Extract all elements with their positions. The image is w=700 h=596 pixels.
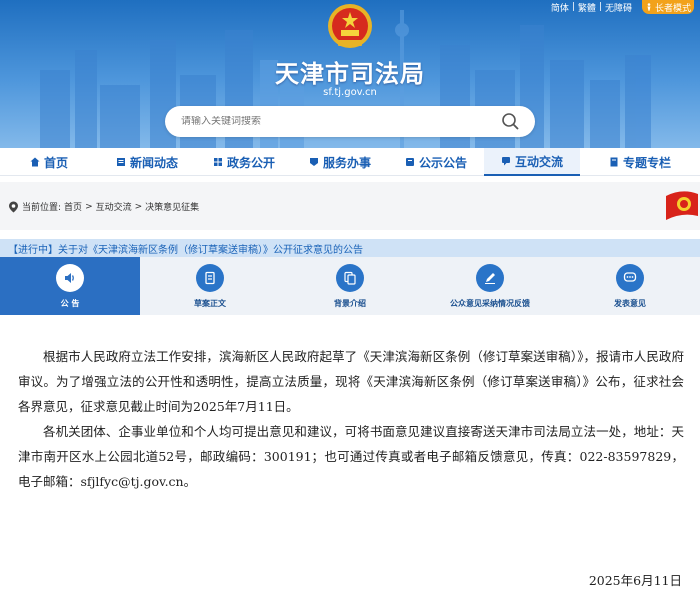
separator: | <box>598 2 602 12</box>
location-pin-icon <box>9 201 18 212</box>
breadcrumb-prefix: 当前位置: <box>22 203 62 213</box>
nav-home[interactable]: 首页 <box>0 148 98 176</box>
tab-icon-circle <box>196 263 224 292</box>
site-domain: sf.tj.gov.cn <box>323 87 377 98</box>
tab-announcement[interactable]: 公 告 <box>0 257 140 315</box>
publish-date: 2025年6月11日 <box>588 573 682 588</box>
search-input[interactable] <box>181 116 481 127</box>
interact-icon <box>501 157 510 166</box>
national-emblem-icon <box>328 4 372 48</box>
site-title: 天津市司法局 <box>275 60 425 88</box>
language-links: 简体 | 繁體 | 无障碍 <box>551 0 632 14</box>
simplified-chinese-link[interactable]: 简体 <box>551 1 569 14</box>
nav-label: 新闻动态 <box>129 155 178 170</box>
tab-icon-circle <box>336 263 364 292</box>
search-bar <box>165 106 535 137</box>
body-paragraph: 各机关团体、企事业单位和个人均可提出意见和建议，可将书面意见建议直接寄送天津市司… <box>18 424 684 489</box>
elder-mode-label: 长者模式 <box>654 3 691 14</box>
tab-icon-circle <box>616 263 644 292</box>
nav-interaction[interactable]: 互动交流 <box>484 148 580 176</box>
header-banner: 简体 | 繁體 | 无障碍 长者模式 天津市司法局 sf.tj.gov.cn <box>0 0 700 148</box>
home-icon <box>30 157 40 167</box>
elder-mode-button[interactable]: 长者模式 <box>642 0 694 14</box>
elder-icon <box>647 3 651 11</box>
notice-title: 【进行中】关于对《天津滨海新区条例（修订草案送审稿）》公开征求意见的公告 <box>0 239 700 257</box>
search-icon[interactable] <box>501 112 519 130</box>
nav-label: 专题专栏 <box>622 155 671 170</box>
notice-body: 根据市人民政府立法工作安排，滨海新区人民政府起草了《天津滨海新区条例（修订草案送… <box>18 344 684 494</box>
tab-draft-text[interactable]: 草案正文 <box>140 257 280 315</box>
tab-icon-circle <box>56 263 84 292</box>
nav-label: 服务办事 <box>322 155 371 170</box>
tab-label: 公 告 <box>60 298 80 308</box>
tab-submit-opinion[interactable]: 发表意见 <box>560 257 700 315</box>
tab-icon-circle <box>476 263 504 292</box>
tab-label: 发表意见 <box>614 298 646 308</box>
nav-gov-affairs[interactable]: 政务公开 <box>196 148 292 176</box>
separator: | <box>571 2 575 12</box>
nav-label: 互动交流 <box>514 154 563 169</box>
nav-announcements[interactable]: 公示公告 <box>388 148 484 176</box>
nav-label: 公示公告 <box>418 155 467 170</box>
tab-feedback[interactable]: 公众意见采纳情况反馈 <box>420 257 560 315</box>
breadcrumb-home-link[interactable]: 首页 <box>64 200 82 213</box>
breadcrumb-current-link[interactable]: 决策意见征集 <box>145 200 199 213</box>
notice-icon <box>405 158 414 166</box>
tab-label: 草案正文 <box>194 298 226 308</box>
tab-label: 背景介绍 <box>334 298 366 308</box>
breadcrumb-interaction-link[interactable]: 互动交流 <box>96 200 132 213</box>
notice-tabs: 公 告 草案正文 背景介绍 公众意见采纳情况反馈 发表意见 <box>0 257 700 315</box>
speaker-icon <box>65 272 74 283</box>
breadcrumb: 当前位置: 首页 > 互动交流 > 决策意见征集 <box>8 200 199 213</box>
chat-icon <box>623 271 637 282</box>
nav-topics[interactable]: 专题专栏 <box>580 148 700 176</box>
document-icon <box>205 271 215 284</box>
traditional-chinese-link[interactable]: 繁體 <box>578 1 596 14</box>
breadcrumb-bar: 当前位置: 首页 > 互动交流 > 决策意见征集 <box>0 182 700 230</box>
breadcrumb-separator: > <box>85 201 93 212</box>
gov-icon <box>213 158 222 166</box>
tab-label: 公众意见采纳情况反馈 <box>450 298 530 308</box>
tab-background[interactable]: 背景介绍 <box>280 257 420 315</box>
main-nav: 首页 新闻动态 政务公开 服务办事 公示公告 互动交流 专题专栏 <box>0 148 700 176</box>
nav-label: 首页 <box>43 155 68 170</box>
topic-icon <box>610 157 618 167</box>
service-icon <box>309 158 318 166</box>
nav-services[interactable]: 服务办事 <box>292 148 388 176</box>
breadcrumb-separator: > <box>134 201 143 212</box>
accessibility-link[interactable]: 无障碍 <box>605 1 632 14</box>
party-emblem-icon <box>666 191 698 220</box>
body-paragraph: 根据市人民政府立法工作安排，滨海新区人民政府起草了《天津滨海新区条例（修订草案送… <box>18 349 684 414</box>
files-icon <box>344 271 356 285</box>
nav-news[interactable]: 新闻动态 <box>98 148 196 176</box>
news-icon <box>116 158 125 166</box>
pen-icon <box>485 272 495 284</box>
nav-label: 政务公开 <box>226 155 275 170</box>
